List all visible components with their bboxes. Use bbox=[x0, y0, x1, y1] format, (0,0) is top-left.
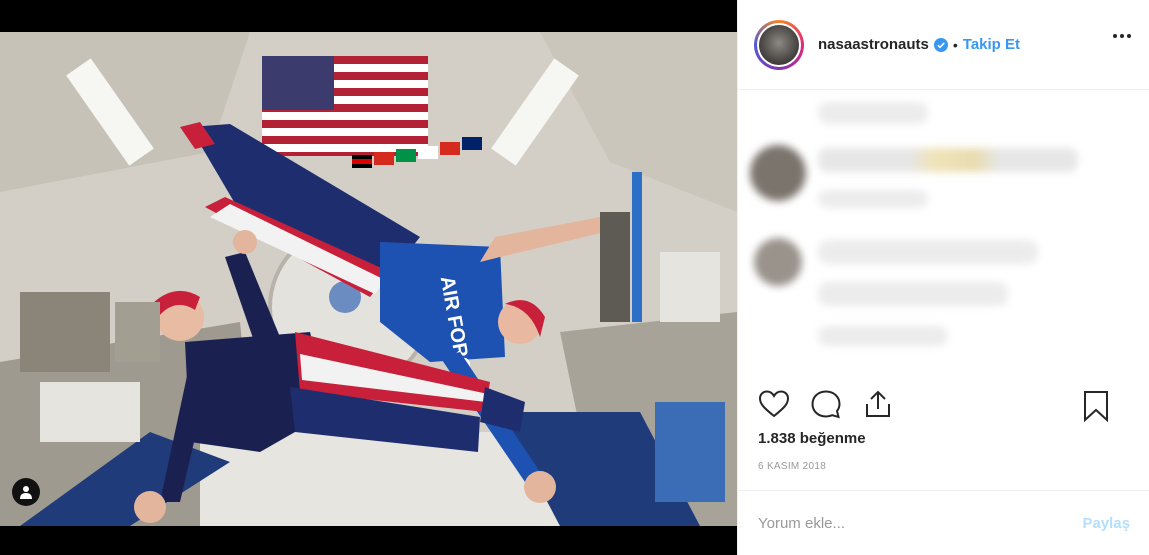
blurred-comment-text bbox=[818, 148, 1078, 172]
post-comment-button[interactable]: Paylaş bbox=[1082, 515, 1130, 532]
comment-bubble-icon[interactable] bbox=[810, 389, 842, 419]
blurred-comment-meta bbox=[818, 190, 928, 208]
post-date[interactable]: 6 KASIM 2018 bbox=[758, 461, 826, 472]
post-header: nasaastronauts • Takip Et bbox=[738, 0, 1149, 90]
bookmark-icon[interactable] bbox=[1082, 390, 1110, 422]
user-tag-icon[interactable] bbox=[12, 478, 40, 506]
verified-badge-icon bbox=[933, 37, 948, 52]
post-photo[interactable]: AIR FORCE bbox=[0, 32, 737, 526]
blurred-comment-text bbox=[818, 240, 1038, 264]
share-icon[interactable] bbox=[862, 389, 894, 419]
more-options-icon[interactable] bbox=[1113, 34, 1131, 38]
blurred-comment-text bbox=[818, 282, 1008, 306]
username-link[interactable]: nasaastronauts bbox=[818, 36, 929, 53]
separator-dot: • bbox=[952, 36, 958, 53]
heart-icon[interactable] bbox=[758, 389, 790, 419]
follow-button[interactable]: Takip Et bbox=[963, 36, 1020, 53]
post-details-panel: nasaastronauts • Takip Et 1.838 beğenme … bbox=[737, 0, 1149, 555]
comment-input[interactable] bbox=[758, 514, 1083, 532]
blurred-avatar bbox=[750, 145, 806, 201]
comments-list bbox=[738, 90, 1149, 380]
blurred-comment-meta bbox=[818, 326, 948, 346]
astronauts-photo: AIR FORCE bbox=[0, 32, 737, 526]
post-media: AIR FORCE bbox=[0, 0, 737, 555]
avatar[interactable] bbox=[754, 19, 804, 70]
likes-count[interactable]: 1.838 beğenme bbox=[758, 430, 866, 447]
blurred-comment-text bbox=[818, 102, 928, 124]
blurred-avatar bbox=[754, 238, 802, 286]
avatar-image bbox=[757, 22, 801, 67]
post-actions bbox=[738, 380, 1149, 428]
comment-form: Paylaş bbox=[738, 490, 1149, 555]
